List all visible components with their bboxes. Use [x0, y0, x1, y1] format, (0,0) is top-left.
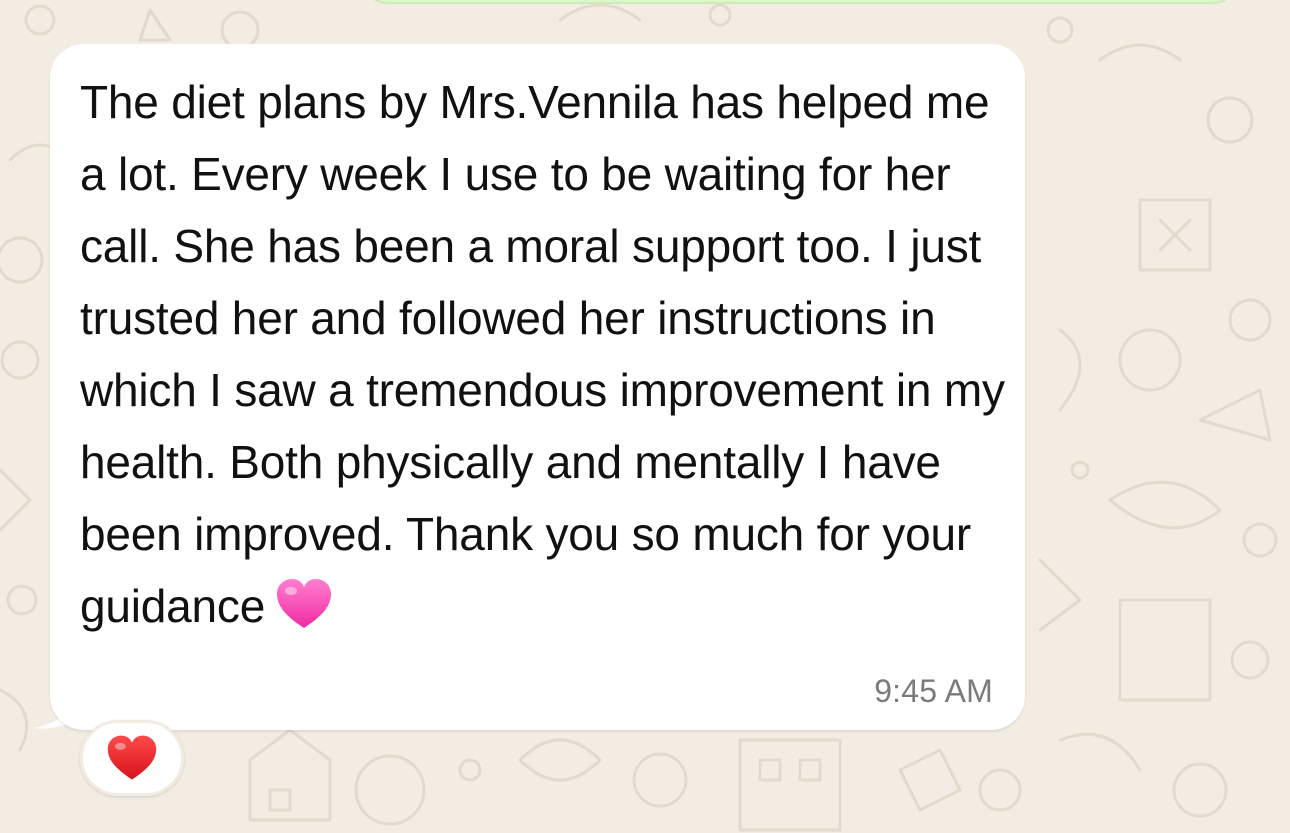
message-timestamp: 9:45 AM: [874, 673, 993, 709]
incoming-message-bubble[interactable]: The diet plans by Mrs.Vennila has helped…: [50, 44, 1025, 730]
previous-outgoing-bubble: [360, 0, 1240, 4]
message-text: The diet plans by Mrs.Vennila has helped…: [80, 66, 1010, 642]
message-body: The diet plans by Mrs.Vennila has helped…: [80, 76, 1005, 632]
pink-heart-icon: [275, 578, 333, 630]
message-reaction[interactable]: [80, 720, 184, 796]
red-heart-icon: [106, 734, 158, 782]
